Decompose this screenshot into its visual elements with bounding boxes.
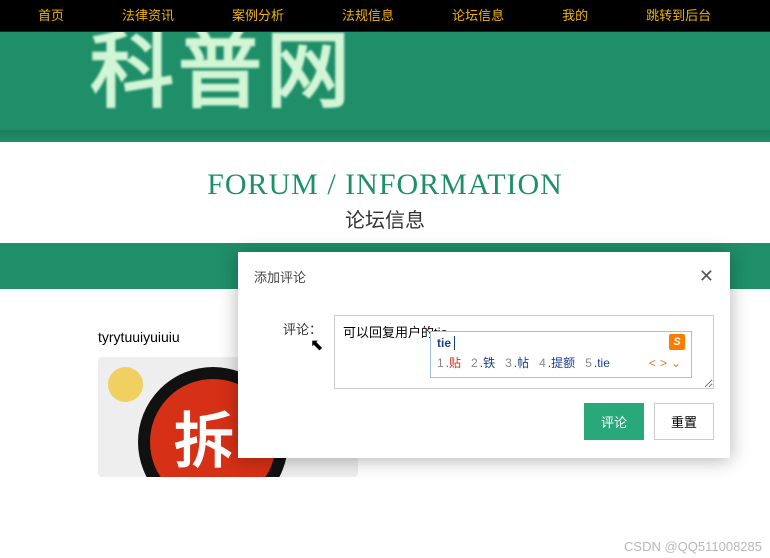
nav-regulation[interactable]: 法规信息: [322, 1, 414, 31]
nav-forum[interactable]: 论坛信息: [432, 1, 524, 31]
submit-button[interactable]: 评论: [584, 403, 644, 440]
nav-mine[interactable]: 我的: [542, 1, 608, 31]
sogou-logo-icon: S: [669, 334, 685, 350]
nav-admin[interactable]: 跳转到后台: [626, 1, 731, 31]
close-icon[interactable]: ✕: [699, 266, 714, 287]
hero-banner: 科普网: [0, 32, 770, 142]
nav-law-news[interactable]: 法律资讯: [102, 1, 194, 31]
modal-title: 添加评论: [254, 267, 306, 286]
nav-case[interactable]: 案例分析: [212, 1, 304, 31]
nav-home[interactable]: 首页: [18, 1, 84, 31]
comment-label: 评论： ⬉: [254, 315, 334, 389]
ime-nav-icons[interactable]: <>⌄: [649, 356, 685, 370]
ime-composing: tie: [431, 332, 691, 352]
watermark: CSDN @QQ511008285: [624, 539, 762, 554]
section-header: FORUM / INFORMATION 论坛信息: [0, 142, 770, 243]
ime-panel: S tie 1.贴 2.铁 3.帖 4.提额 5.tie <>⌄: [430, 331, 692, 378]
cursor-icon: ⬉: [310, 335, 323, 355]
ime-candidates[interactable]: 1.贴 2.铁 3.帖 4.提额 5.tie <>⌄: [431, 352, 691, 377]
section-title-cn: 论坛信息: [0, 204, 770, 233]
top-nav: 首页 法律资讯 案例分析 法规信息 论坛信息 我的 跳转到后台: [0, 0, 770, 32]
section-title-en: FORUM / INFORMATION: [0, 168, 770, 202]
banner-title: 科普网: [90, 32, 354, 125]
reset-button[interactable]: 重置: [654, 403, 714, 440]
